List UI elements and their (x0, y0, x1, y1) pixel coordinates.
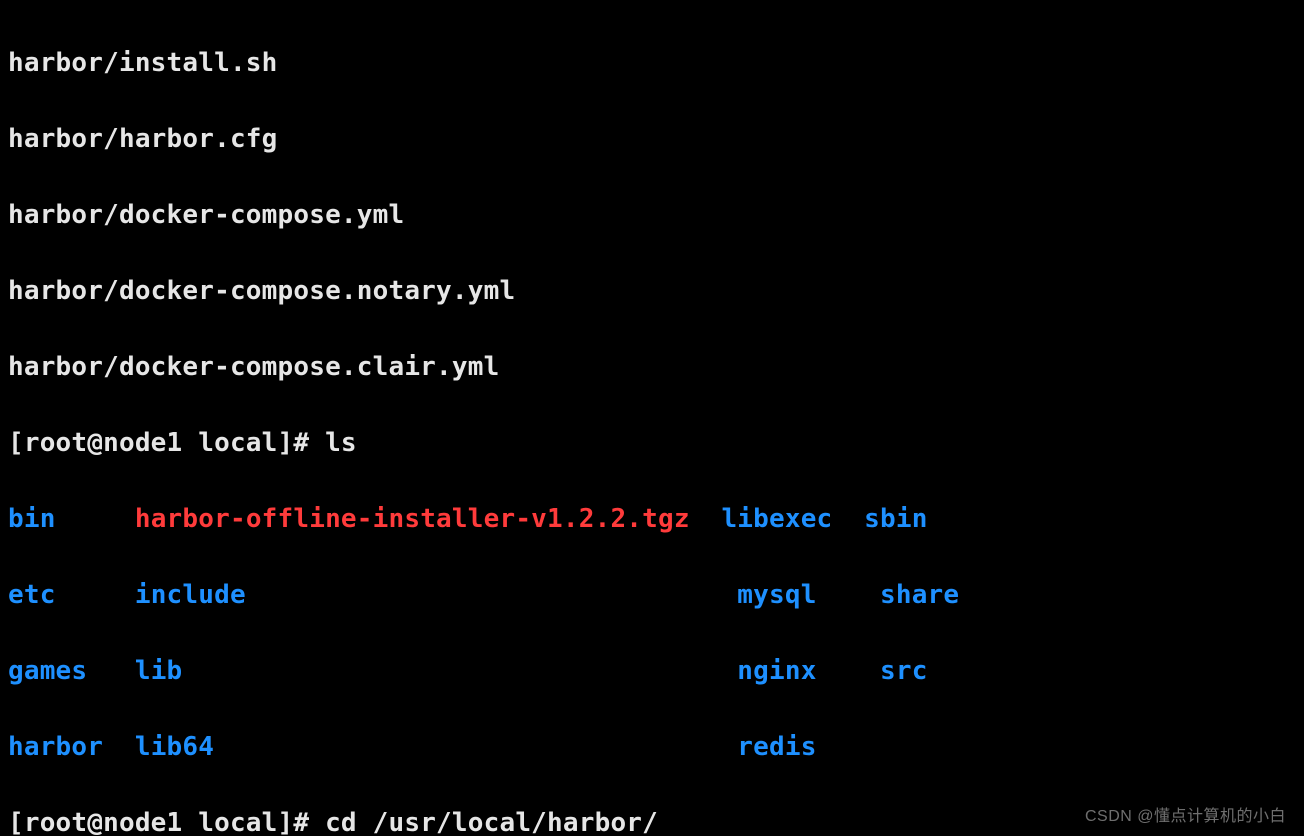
dir-entry: lib (135, 656, 183, 686)
watermark-text: CSDN @懂点计算机的小白 (1085, 802, 1286, 826)
command-line: [root@node1 local]# ls (8, 424, 1296, 462)
output-line: harbor/install.sh (8, 44, 1296, 82)
archive-entry: harbor-offline-installer-v1.2.2.tgz (135, 504, 690, 534)
tar-extract-file: harbor/docker-compose.clair.yml (8, 352, 499, 382)
terminal[interactable]: harbor/install.sh harbor/harbor.cfg harb… (0, 0, 1304, 836)
command-text: ls (325, 428, 357, 458)
dir-entry: src (880, 656, 928, 686)
dir-entry: libexec (721, 504, 832, 534)
ls-output-line: harbor lib64 redis (8, 728, 1296, 766)
command-text: cd /usr/local/harbor/ (325, 808, 658, 836)
dir-entry: nginx (737, 656, 816, 686)
dir-entry: share (880, 580, 959, 610)
output-line: harbor/docker-compose.clair.yml (8, 348, 1296, 386)
dir-entry: redis (737, 732, 816, 762)
dir-entry: bin (8, 504, 56, 534)
dir-entry: games (8, 656, 87, 686)
output-line: harbor/docker-compose.yml (8, 196, 1296, 234)
ls-output-line: bin harbor-offline-installer-v1.2.2.tgz … (8, 500, 1296, 538)
dir-entry: include (135, 580, 246, 610)
tar-extract-file: harbor/install.sh (8, 48, 278, 78)
dir-entry: etc (8, 580, 56, 610)
ls-output-line: etc include mysql share (8, 576, 1296, 614)
output-line: harbor/docker-compose.notary.yml (8, 272, 1296, 310)
tar-extract-file: harbor/harbor.cfg (8, 124, 278, 154)
shell-prompt: [root@node1 local]# (8, 428, 325, 458)
dir-entry: lib64 (135, 732, 214, 762)
dir-entry: sbin (864, 504, 927, 534)
ls-output-line: games lib nginx src (8, 652, 1296, 690)
shell-prompt: [root@node1 local]# (8, 808, 325, 836)
dir-entry: mysql (737, 580, 816, 610)
dir-entry: harbor (8, 732, 103, 762)
tar-extract-file: harbor/docker-compose.notary.yml (8, 276, 515, 306)
output-line: harbor/harbor.cfg (8, 120, 1296, 158)
tar-extract-file: harbor/docker-compose.yml (8, 200, 404, 230)
